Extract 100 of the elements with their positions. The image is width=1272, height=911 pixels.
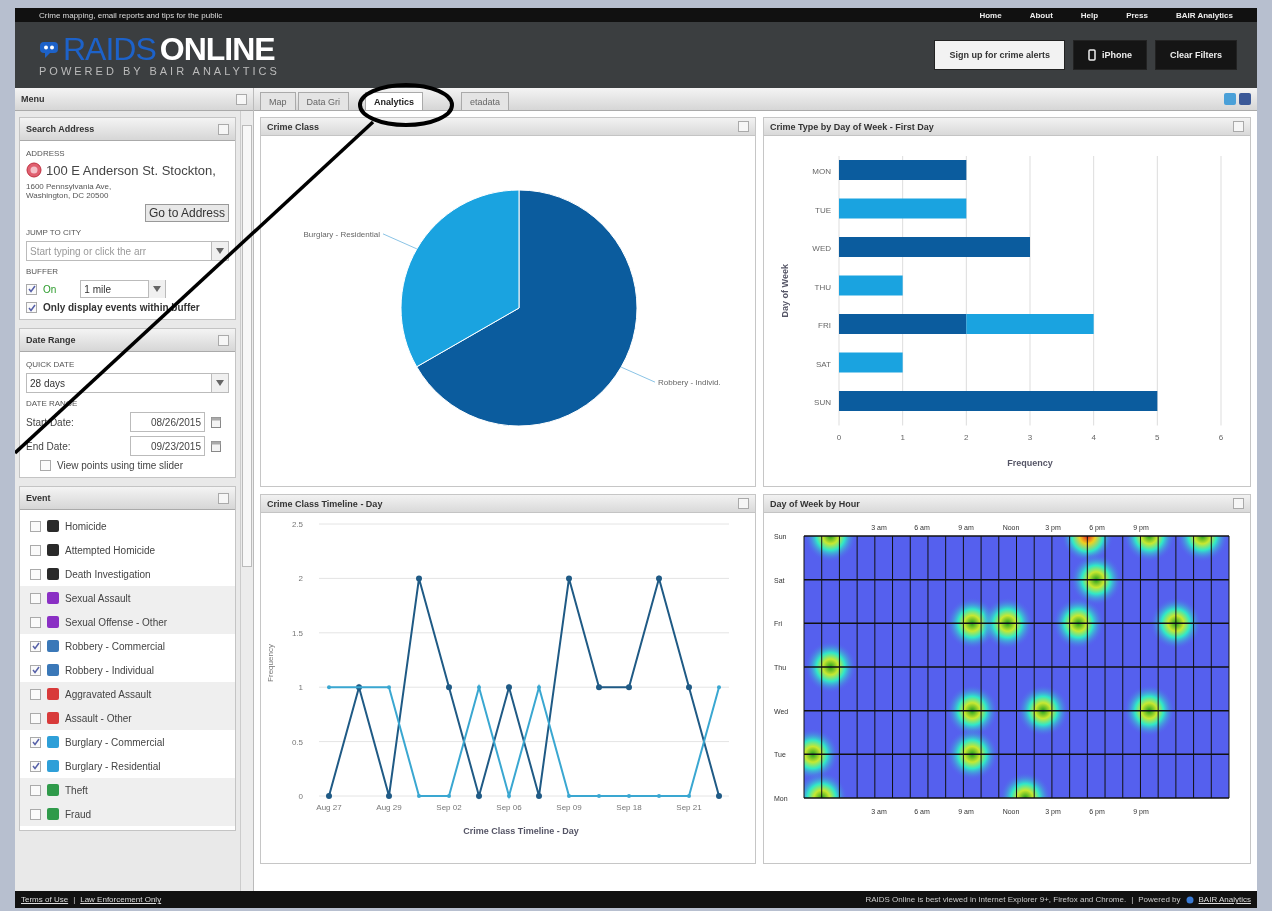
footer-link[interactable]: Terms of Use	[21, 895, 69, 904]
maximize-icon[interactable]	[738, 121, 749, 132]
date-field[interactable]: 09/23/2015	[130, 436, 205, 456]
event-label: Sexual Offense - Other	[65, 616, 168, 628]
scrollbar-thumb[interactable]	[242, 125, 252, 567]
share-icon[interactable]	[1224, 93, 1236, 105]
checkbox[interactable]	[30, 664, 41, 676]
calendar-icon[interactable]	[211, 416, 221, 428]
event-label: Robbery - Commercial	[65, 640, 166, 652]
collapse-icon[interactable]	[218, 492, 229, 504]
quick-date-select[interactable]: 28 days	[26, 373, 229, 393]
nav-link[interactable]: About	[1029, 10, 1053, 20]
section-header[interactable]: Event	[20, 487, 235, 510]
data-point	[446, 684, 452, 691]
facebook-icon[interactable]	[1239, 93, 1251, 105]
heat-spot	[1149, 597, 1202, 650]
axis-title: Crime Class Timeline - Day	[463, 826, 579, 836]
axis-label: WED	[812, 244, 831, 253]
checkbox[interactable]	[30, 760, 41, 772]
alerts-signup-button[interactable]: Sign up for crime alerts	[934, 40, 1065, 70]
data-point	[686, 684, 692, 691]
collapse-icon[interactable]	[236, 93, 247, 105]
checkbox[interactable]	[30, 784, 41, 796]
checkbox[interactable]	[30, 640, 41, 652]
field-label: QUICK DATE	[26, 360, 76, 369]
logo-text: ONLINE	[159, 33, 275, 65]
field-label: End Date:	[26, 440, 72, 452]
slice-label: Burglary - Residential	[303, 229, 380, 239]
checkbox[interactable]	[40, 460, 51, 471]
section-header[interactable]: Search Address	[20, 118, 235, 141]
maximize-icon[interactable]	[738, 498, 749, 509]
maximize-icon[interactable]	[1233, 121, 1244, 132]
data-point	[687, 794, 691, 798]
checkbox-label: On	[43, 283, 57, 295]
data-point	[477, 685, 481, 690]
checkbox[interactable]	[30, 688, 41, 700]
clear-filters-button[interactable]: Clear Filters	[1154, 40, 1237, 70]
buffer-select[interactable]: 1 mile	[80, 280, 167, 298]
tick-label: Aug 29	[376, 803, 402, 812]
logo-tagline: POWERED BY BAIR ANALYTICS	[39, 65, 281, 77]
tab[interactable]: Data Gri	[297, 92, 350, 110]
collapse-icon[interactable]	[218, 123, 229, 135]
data-point	[416, 575, 422, 582]
event-label: Robbery - Individual	[65, 664, 154, 676]
calendar-icon[interactable]	[211, 440, 221, 452]
axis-label: FRI	[818, 321, 831, 330]
address-field[interactable]: 100 E Anderson St. Stockton,	[26, 162, 229, 178]
data-point	[627, 794, 631, 798]
site-tagline: Crime mapping, email reports and tips for the public	[39, 10, 224, 20]
footer-link[interactable]: Law Enforcement Only	[80, 895, 162, 904]
go-to-address-button[interactable]: Go to Address	[144, 204, 229, 222]
data-point	[356, 684, 362, 691]
data-point	[656, 575, 662, 582]
check-icon	[27, 285, 36, 293]
tick-label: 3	[1027, 432, 1033, 442]
event-label: Aggravated Assault	[65, 688, 152, 700]
clear-icon	[26, 162, 42, 178]
tab[interactable]: Map	[260, 92, 296, 110]
checkbox[interactable]	[30, 712, 41, 724]
event-label: Burglary - Commercial	[65, 736, 165, 748]
data-point	[507, 794, 511, 798]
data-point	[537, 685, 541, 690]
nav-link[interactable]: BAIR Analytics	[1175, 10, 1233, 20]
panel-title: Crime Class Timeline - Day	[267, 498, 383, 509]
checkbox[interactable]	[30, 592, 41, 604]
bar	[839, 275, 903, 296]
nav-link[interactable]: Press	[1126, 10, 1148, 20]
checkbox[interactable]	[30, 520, 41, 532]
tab[interactable]: etadata	[461, 92, 510, 110]
tab[interactable]: Analytics	[365, 92, 424, 110]
data-point	[387, 685, 391, 690]
axis-label: THU	[814, 282, 831, 292]
heat-spot	[981, 597, 1034, 650]
panel-title: Day of Week by Hour	[770, 498, 860, 509]
nav-link[interactable]: Home	[979, 10, 1002, 20]
footer-text: Powered by	[1138, 895, 1181, 904]
axis-label: SAT	[816, 359, 831, 369]
footer-link[interactable]: BAIR Analytics	[1198, 895, 1251, 904]
event-label: Attempted Homicide	[65, 544, 156, 556]
checkbox[interactable]	[26, 283, 37, 295]
heat-spot	[804, 536, 857, 562]
nav-link[interactable]: Help	[1080, 10, 1099, 20]
data-point	[447, 794, 451, 798]
checkbox[interactable]	[26, 302, 37, 313]
axis-label: MON	[812, 167, 831, 176]
event-label: Theft	[65, 784, 88, 796]
data-point	[417, 794, 421, 798]
date-field[interactable]: 08/26/2015	[130, 412, 205, 432]
section-header[interactable]: Date Range	[20, 329, 235, 352]
checkbox[interactable]	[30, 808, 41, 820]
address-example: 1600 Pennsylvania Ave, Washington, DC 20500	[26, 182, 113, 200]
tick-label: Aug 27	[316, 803, 342, 812]
checkbox[interactable]	[30, 544, 41, 556]
collapse-icon[interactable]	[218, 334, 229, 346]
maximize-icon[interactable]	[1233, 498, 1244, 509]
iphone-button[interactable]: iPhone	[1072, 40, 1147, 70]
checkbox[interactable]	[30, 736, 41, 748]
checkbox[interactable]	[30, 568, 41, 580]
checkbox[interactable]	[30, 616, 41, 628]
field-label: JUMP TO CITY	[26, 228, 83, 237]
